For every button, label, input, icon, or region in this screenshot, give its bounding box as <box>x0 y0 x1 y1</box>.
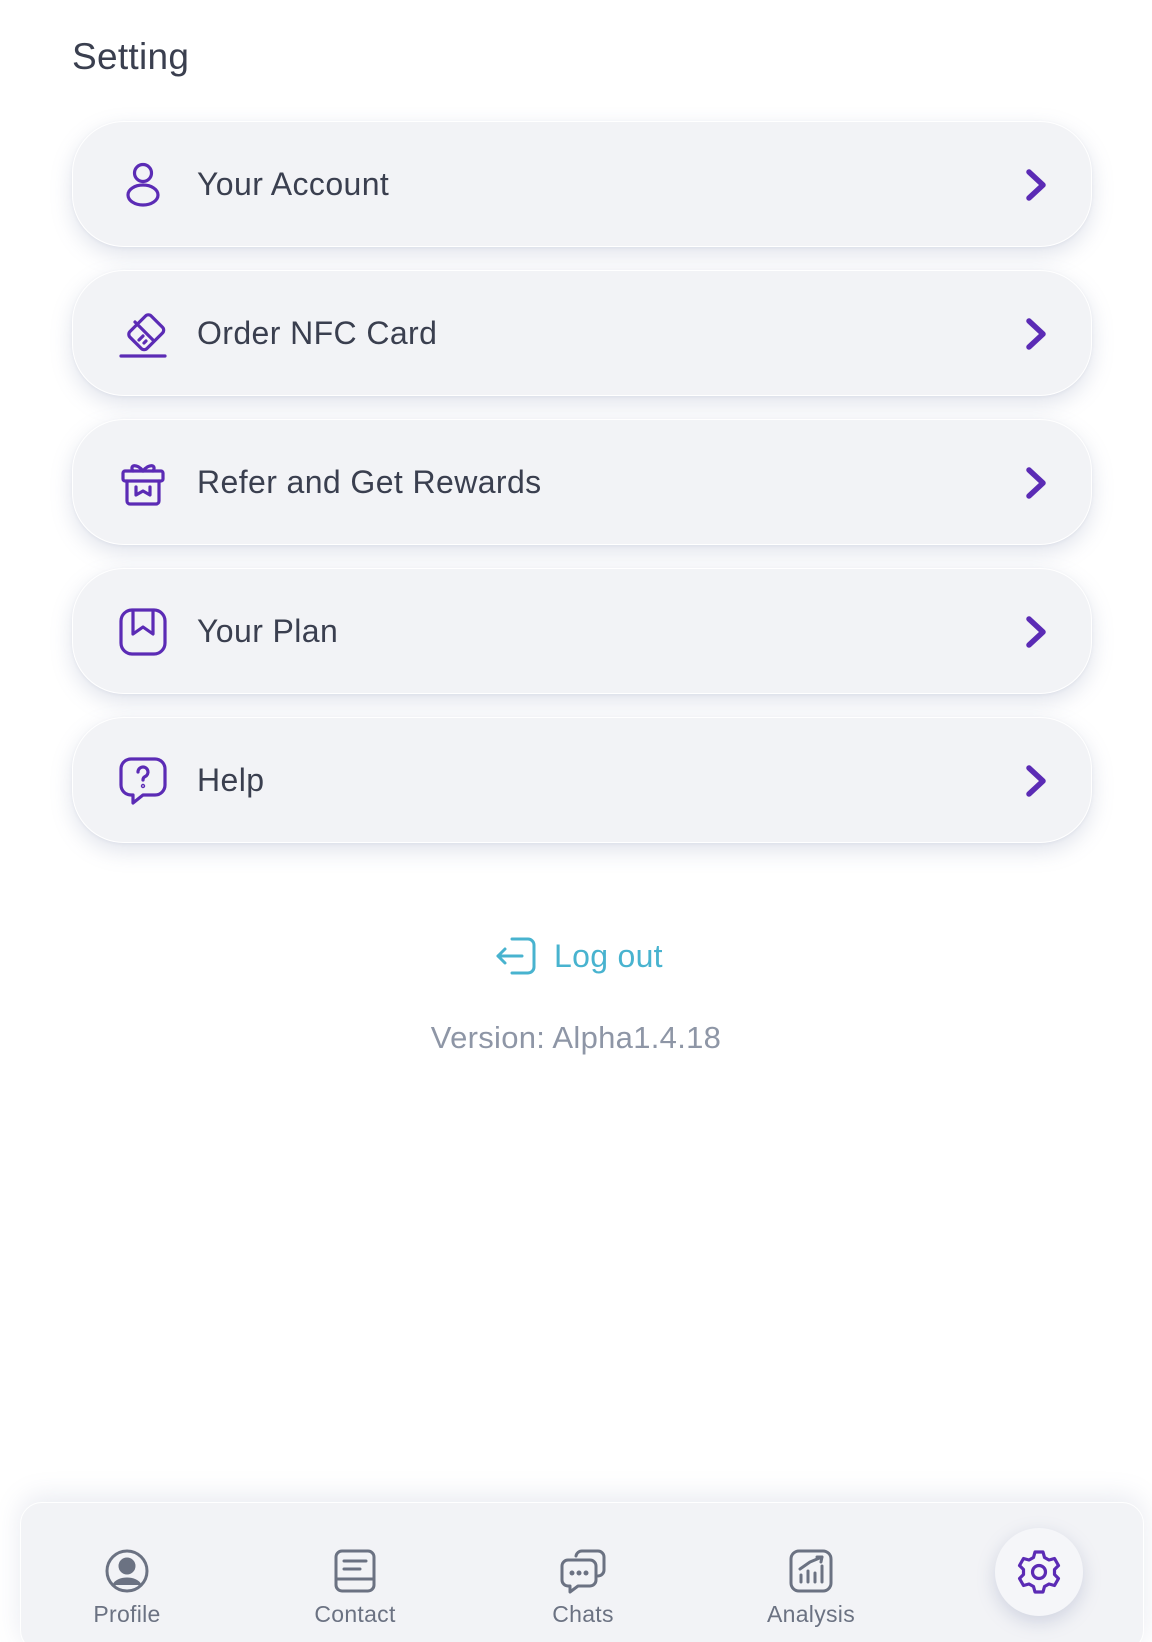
contact-icon <box>332 1548 378 1594</box>
nav-label: Contact <box>314 1601 396 1627</box>
menu-item-label: Your Account <box>197 166 390 202</box>
menu-item-refer-rewards[interactable]: Refer and Get Rewards <box>72 419 1092 545</box>
menu-item-label: Your Plan <box>197 613 339 649</box>
bottom-nav: Profile Contact Chats Analysis <box>20 1502 1144 1642</box>
bookmark-icon <box>117 606 169 658</box>
gift-icon <box>117 457 169 509</box>
nav-label: Chats <box>552 1601 614 1627</box>
menu-item-order-nfc-card[interactable]: Order NFC Card <box>72 270 1092 396</box>
menu-item-label: Order NFC Card <box>197 315 438 351</box>
profile-icon <box>104 1548 150 1594</box>
chevron-right-icon <box>1019 315 1053 353</box>
settings-menu: Your Account Order NFC Card Refer and Ge… <box>72 121 1092 866</box>
nav-label: Analysis <box>766 1601 856 1627</box>
nav-label: Profile <box>93 1601 161 1627</box>
menu-item-help[interactable]: Help <box>72 717 1092 843</box>
chevron-right-icon <box>1019 762 1053 800</box>
version-text: Version: Alpha1.4.18 <box>430 1020 722 1055</box>
menu-item-label: Help <box>197 762 265 798</box>
menu-item-your-plan[interactable]: Your Plan <box>72 568 1092 694</box>
analysis-icon <box>788 1548 834 1594</box>
menu-item-label: Refer and Get Rewards <box>197 464 542 500</box>
nav-item-contact[interactable]: Contact <box>275 1503 435 1642</box>
chevron-right-icon <box>1019 464 1053 502</box>
page-title: Setting <box>72 36 190 77</box>
logout-icon <box>494 933 540 979</box>
chats-icon <box>560 1548 606 1594</box>
chevron-right-icon <box>1019 613 1053 651</box>
nav-item-chats[interactable]: Chats <box>503 1503 663 1642</box>
settings-gear-icon <box>1017 1550 1061 1594</box>
nav-item-profile[interactable]: Profile <box>47 1503 207 1642</box>
logout-button[interactable]: Log out <box>494 930 663 982</box>
menu-item-your-account[interactable]: Your Account <box>72 121 1092 247</box>
settings-screen: Setting Your Account Order NFC Card Refe… <box>0 0 1152 1642</box>
nav-item-analysis[interactable]: Analysis <box>731 1503 891 1642</box>
nav-item-settings[interactable] <box>995 1528 1083 1616</box>
user-icon <box>117 159 169 211</box>
card-icon <box>117 308 169 360</box>
chevron-right-icon <box>1019 166 1053 204</box>
help-chat-icon <box>117 755 169 807</box>
logout-label: Log out <box>554 937 663 974</box>
